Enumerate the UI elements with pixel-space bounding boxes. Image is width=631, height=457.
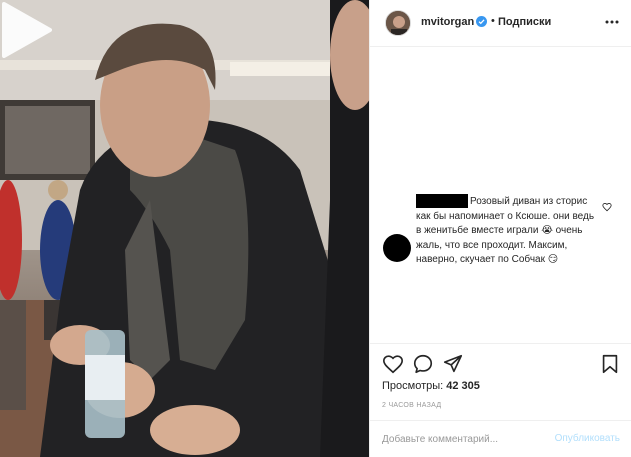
video-frame	[0, 0, 369, 457]
post-header: mvitorgan • Подписки	[370, 0, 631, 47]
verified-badge-icon	[476, 16, 487, 27]
avatar-image	[386, 11, 410, 35]
like-comment-icon[interactable]	[602, 202, 612, 212]
comment-composer: Опубликовать	[370, 420, 631, 457]
views-label: Просмотры:	[382, 380, 444, 392]
share-icon[interactable]	[442, 353, 464, 375]
author-avatar[interactable]	[385, 10, 411, 36]
more-options-icon[interactable]	[604, 12, 620, 32]
post-timestamp[interactable]: 2 ЧАСОВ НАЗАД	[382, 402, 441, 409]
play-icon[interactable]	[0, 0, 54, 60]
views-count[interactable]: Просмотры: 42 305	[382, 380, 480, 392]
post-video[interactable]	[0, 0, 369, 457]
post-side-panel: mvitorgan • Подписки Розовый диван из ст…	[369, 0, 631, 457]
heart-icon[interactable]	[382, 353, 404, 375]
comment-input[interactable]	[382, 431, 542, 447]
comment-icon[interactable]	[412, 353, 434, 375]
following-button[interactable]: Подписки	[498, 16, 551, 28]
redacted-username	[416, 194, 468, 208]
author-username[interactable]: mvitorgan	[421, 16, 474, 28]
comment: Розовый диван из сторис как бы напоминае…	[370, 190, 631, 290]
views-value: 42 305	[446, 380, 480, 392]
header-separator: •	[491, 15, 495, 27]
commenter-avatar[interactable]	[383, 234, 411, 262]
publish-button[interactable]: Опубликовать	[555, 433, 620, 444]
bookmark-icon[interactable]	[599, 353, 621, 375]
